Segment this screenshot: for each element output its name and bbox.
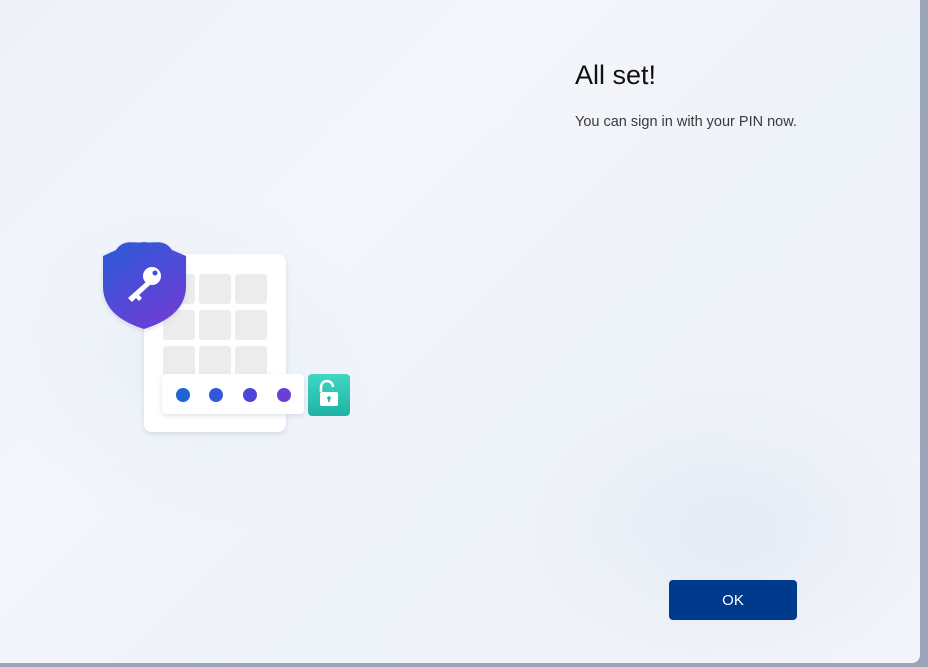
setup-window: All set! You can sign in with your PIN n… bbox=[0, 0, 920, 663]
pin-dot bbox=[176, 388, 190, 402]
pin-illustration bbox=[100, 240, 360, 440]
ok-button[interactable]: OK bbox=[669, 580, 797, 620]
pin-entry-field bbox=[162, 374, 304, 414]
background-glow bbox=[520, 380, 920, 663]
unlock-icon bbox=[308, 374, 350, 416]
page-subtitle: You can sign in with your PIN now. bbox=[575, 114, 797, 130]
pin-dot bbox=[277, 388, 291, 402]
page-title: All set! bbox=[575, 60, 657, 90]
pin-dot bbox=[209, 388, 223, 402]
pin-dot bbox=[243, 388, 257, 402]
pin-illustration-graphic bbox=[103, 242, 350, 432]
